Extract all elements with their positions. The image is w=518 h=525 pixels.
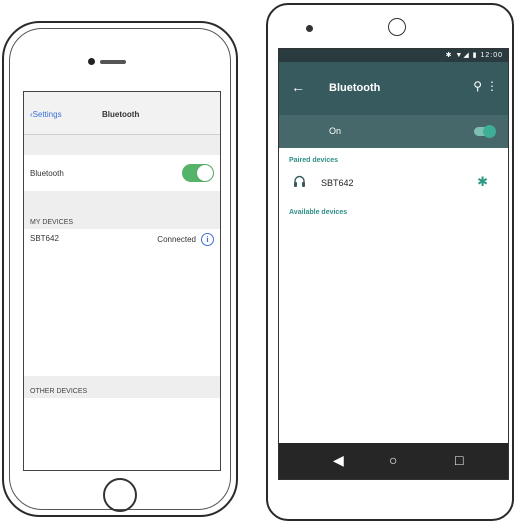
nav-recents-icon[interactable]: □ [455,452,463,468]
nav-back-icon[interactable]: ◀ [333,452,344,469]
info-icon[interactable]: i [201,233,214,246]
gear-icon[interactable]: ✱ [477,174,488,190]
earpiece-speaker [388,18,406,36]
android-device: ✱ ▼◢ ▮ 12:00 ← Bluetooth ⚲ ⋮ On Paired d… [266,3,514,521]
ios-my-devices-header: MY DEVICES [30,219,74,226]
back-arrow-icon[interactable]: ← [291,79,305,95]
more-options-icon[interactable]: ⋮ [486,79,498,93]
android-screen: ✱ ▼◢ ▮ 12:00 ← Bluetooth ⚲ ⋮ On Paired d… [278,48,509,480]
ios-back-label: Settings [32,110,62,119]
toggle-knob [197,165,213,181]
ios-group-spacer [24,135,220,155]
ios-page-title: Bluetooth [102,110,140,119]
home-button[interactable] [103,478,137,512]
android-toolbar: ← Bluetooth ⚲ ⋮ [279,62,508,115]
ios-bluetooth-row: Bluetooth [24,155,220,191]
android-status-bar: ✱ ▼◢ ▮ 12:00 [279,49,508,62]
ios-other-devices-list [24,398,220,470]
android-paired-header: Paired devices [289,157,339,164]
switch-knob [483,125,496,138]
earpiece-speaker [100,60,126,64]
android-device-name: SBT642 [321,178,354,188]
nav-home-icon[interactable]: ○ [389,452,397,468]
front-camera [88,58,95,65]
ios-my-devices-section: MY DEVICES [24,191,220,229]
android-bluetooth-toggle-row: On [279,115,508,148]
ios-device-status: Connected [157,235,196,244]
search-icon[interactable]: ⚲ [473,79,482,93]
android-device-row[interactable]: SBT642 ✱ [279,173,508,195]
front-camera [306,25,313,32]
android-page-title: Bluetooth [329,82,381,94]
ios-back-button[interactable]: ‹Settings [30,110,62,119]
android-toggle-label: On [329,126,342,136]
android-bluetooth-switch[interactable] [474,125,496,138]
ios-other-devices-header: OTHER DEVICES [30,388,88,395]
ios-device-name: SBT642 [30,234,59,243]
ios-screen: ‹Settings Bluetooth Bluetooth MY DEVICES… [23,91,221,471]
android-navigation-bar: ◀ ○ □ [279,443,508,479]
ios-bluetooth-toggle[interactable] [182,164,214,182]
ios-device-row[interactable]: SBT642 Connected i [24,229,220,251]
status-icons: ✱ ▼◢ ▮ 12:00 [445,52,503,59]
headphones-icon [293,175,306,191]
iphone-device: ‹Settings Bluetooth Bluetooth MY DEVICES… [2,21,238,517]
ios-navigation-bar: ‹Settings Bluetooth [24,92,220,135]
ios-other-devices-section: OTHER DEVICES [24,376,220,398]
android-available-header: Available devices [289,209,348,216]
ios-empty-area [24,251,220,376]
ios-bluetooth-label: Bluetooth [30,169,64,178]
